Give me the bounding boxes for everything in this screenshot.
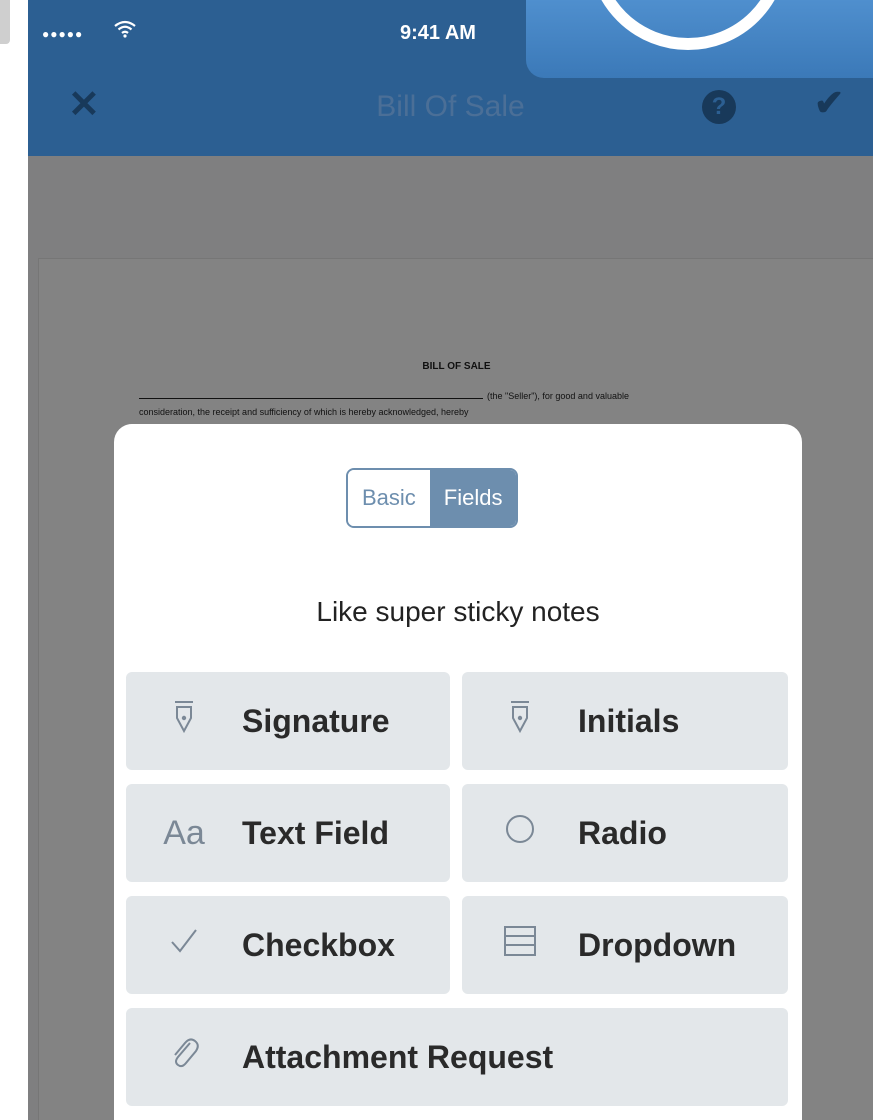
dropdown-list-icon xyxy=(462,926,578,964)
document-text-line: consideration, the receipt and sufficien… xyxy=(139,407,469,417)
radio-circle-icon xyxy=(462,813,578,853)
checkbox-label: Checkbox xyxy=(242,926,395,963)
seller-blank-line xyxy=(139,398,483,399)
checkbox-button[interactable]: Checkbox xyxy=(126,896,450,994)
wifi-icon xyxy=(114,20,136,44)
checkmark-icon[interactable]: ✔ xyxy=(814,82,844,124)
pen-nib-icon xyxy=(462,700,578,742)
document-heading: BILL OF SALE xyxy=(422,361,491,372)
left-edge-fragment xyxy=(0,0,10,44)
document-line-1: (the "Seller"), for good and valuable xyxy=(487,391,629,401)
dropdown-button[interactable]: Dropdown xyxy=(462,896,788,994)
tab-basic[interactable]: Basic xyxy=(348,470,430,526)
help-icon[interactable]: ? xyxy=(702,90,736,124)
document-text-line: (the "Seller"), for good and valuable xyxy=(139,391,759,401)
initials-label: Initials xyxy=(578,702,680,739)
signal-strength-indicator: ●●●●● xyxy=(42,27,84,41)
attachment-request-label: Attachment Request xyxy=(242,1038,554,1075)
dropdown-label: Dropdown xyxy=(578,926,737,963)
attachment-request-button[interactable]: Attachment Request xyxy=(126,1008,788,1106)
app-logo-badge xyxy=(526,0,873,78)
tab-fields[interactable]: Fields xyxy=(429,470,517,526)
signature-button[interactable]: Signature xyxy=(126,672,450,770)
text-field-button[interactable]: Aa Text Field xyxy=(126,784,450,882)
text-aa-icon: Aa xyxy=(163,813,205,852)
initials-button[interactable]: Initials xyxy=(462,672,788,770)
radio-button[interactable]: Radio xyxy=(462,784,788,882)
radio-label: Radio xyxy=(578,814,667,851)
sheet-tagline: Like super sticky notes xyxy=(316,596,600,627)
mode-segmented-control: Basic Fields xyxy=(346,468,519,528)
logo-ring-icon xyxy=(588,0,788,50)
text-field-label: Text Field xyxy=(242,814,389,851)
page-title: Bill Of Sale xyxy=(376,90,525,123)
signature-label: Signature xyxy=(242,702,390,739)
pen-nib-icon xyxy=(126,700,242,742)
add-field-sheet: Basic Fields Like super sticky notes Sig… xyxy=(114,424,802,1120)
status-time: 9:41 AM xyxy=(400,22,476,44)
phone-screen: ●●●●● 9:41 AM ✕ Bill Of Sale ? ✔ BILL OF… xyxy=(28,0,873,1120)
paperclip-icon xyxy=(126,1035,242,1079)
check-icon xyxy=(126,927,242,963)
left-margin xyxy=(0,0,28,1120)
